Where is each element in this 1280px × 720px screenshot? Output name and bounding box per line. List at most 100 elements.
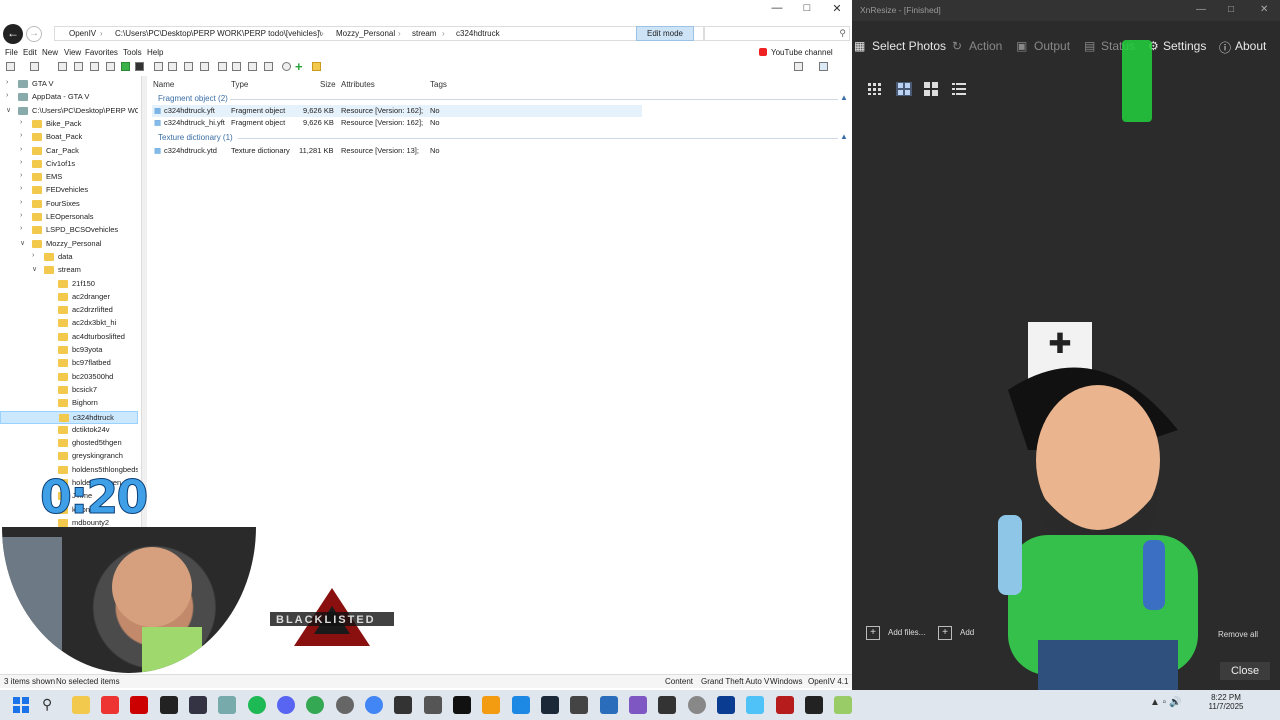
menu-favorites[interactable]: Favorites [85, 48, 118, 57]
column-tags[interactable]: Tags [430, 80, 447, 89]
tree-item[interactable]: ∨ stream [0, 264, 138, 277]
tree-item[interactable]: dctiktok24v [0, 424, 138, 437]
column-name[interactable]: Name [153, 80, 174, 89]
app-maroon-icon[interactable] [776, 696, 794, 714]
address-bar[interactable]: OpenIV › C:\Users\PC\Desktop\PERP WORK\P… [54, 26, 704, 41]
app-circle-icon[interactable] [688, 696, 706, 714]
chevron-right-icon[interactable]: › [20, 212, 22, 219]
view-medium-grid-icon[interactable] [896, 82, 912, 96]
taskbar-clock[interactable]: 8:22 PM 11/7/2025 [1206, 693, 1246, 711]
os-status[interactable]: Windows [770, 677, 802, 686]
discord-icon[interactable] [277, 696, 295, 714]
chevron-down-icon[interactable]: ∨ [32, 265, 37, 273]
collapse-icon[interactable]: ▲ [840, 132, 848, 141]
tree-item[interactable]: ac2drzrlifted [0, 304, 138, 317]
group-header[interactable]: Fragment object (2) [158, 94, 228, 103]
menu-file[interactable]: File [5, 48, 18, 57]
app-black-icon[interactable] [453, 696, 471, 714]
ring-icon[interactable] [282, 62, 291, 71]
view-list-icon[interactable] [951, 82, 967, 96]
tab-about[interactable]: About [1235, 39, 1266, 53]
chevron-right-icon[interactable]: › [20, 225, 22, 232]
menu-help[interactable]: Help [147, 48, 163, 57]
list-icon[interactable] [74, 62, 83, 71]
chevron-right-icon[interactable]: › [20, 132, 22, 139]
tree-item[interactable]: › LEOpersonals [0, 211, 138, 224]
view-small-grid-icon[interactable] [867, 82, 883, 96]
app-dark-red-icon[interactable] [130, 696, 148, 714]
chevron-down-icon[interactable]: ∨ [6, 106, 11, 114]
chevron-right-icon[interactable]: › [20, 119, 22, 126]
shield-icon[interactable] [600, 696, 618, 714]
menu-edit[interactable]: Edit [23, 48, 37, 57]
youtube-channel-link[interactable]: YouTube channel [771, 48, 833, 57]
tree-item[interactable]: ac2dranger [0, 291, 138, 304]
openiv-taskbar-icon[interactable] [189, 696, 207, 714]
breadcrumb-current[interactable]: c324hdtruck [456, 29, 500, 38]
doc6-icon[interactable] [232, 62, 241, 71]
tab-settings[interactable]: Settings [1163, 39, 1206, 53]
tab-action[interactable]: Action [969, 39, 1002, 53]
column-size[interactable]: Size [320, 80, 336, 89]
tree-item[interactable]: › data [0, 251, 138, 264]
file-row[interactable]: ▦ c324hdtruck.ytd Texture dictionary 11,… [152, 145, 642, 157]
search-taskbar-icon[interactable]: ⚲ [42, 696, 60, 714]
export-icon[interactable] [90, 62, 99, 71]
add-icon[interactable]: + [295, 59, 303, 74]
chevron-down-icon[interactable]: ∨ [20, 239, 25, 247]
tab-select-photos[interactable]: Select Photos [872, 39, 946, 53]
tree-item[interactable]: ac4dturboslifted [0, 331, 138, 344]
folder-tree[interactable]: › GTA V › AppData - GTA V ∨ C:\Users\PC\Deskt… [0, 76, 140, 528]
remove-all-button[interactable]: Remove all [1218, 630, 1258, 648]
open-icon[interactable] [30, 62, 39, 71]
app-gray-icon[interactable] [424, 696, 442, 714]
tree-item[interactable]: bc97flatbed [0, 357, 138, 370]
tree-item[interactable]: greyskingranch [0, 450, 138, 463]
app-puzzle-icon[interactable] [805, 696, 823, 714]
tab-output[interactable]: Output [1034, 39, 1070, 53]
chevron-right-icon[interactable]: › [20, 185, 22, 192]
close-icon[interactable]: ✕ [822, 2, 852, 18]
chevron-right-icon[interactable]: › [32, 252, 34, 259]
app-teal-icon[interactable] [218, 696, 236, 714]
tree-item[interactable]: bcsick7 [0, 384, 138, 397]
new-icon[interactable] [6, 62, 15, 71]
xnr-maximize-icon[interactable]: □ [1228, 4, 1234, 15]
doc8-icon[interactable] [264, 62, 273, 71]
tree-item[interactable]: › Boat_Pack [0, 131, 138, 144]
doc-icon[interactable] [154, 62, 163, 71]
tree-item[interactable]: › Car_Pack [0, 145, 138, 158]
import-icon[interactable] [106, 62, 115, 71]
tiktok-icon[interactable] [160, 696, 178, 714]
folder-icon[interactable] [312, 62, 321, 71]
tree-scrollbar[interactable] [141, 76, 147, 528]
doc7-icon[interactable] [248, 62, 257, 71]
app-dark-icon[interactable] [570, 696, 588, 714]
doc5-icon[interactable] [218, 62, 227, 71]
browser-icon[interactable] [365, 696, 383, 714]
back-icon[interactable]: ← [3, 24, 23, 44]
tree-item[interactable]: › AppData - GTA V [0, 91, 138, 104]
breadcrumb-path[interactable]: C:\Users\PC\Desktop\PERP WORK\PERP todo\… [115, 29, 321, 38]
tree-item[interactable]: ac2dx3bkt_hi [0, 317, 138, 330]
app-orange-icon[interactable] [482, 696, 500, 714]
app-green-icon[interactable] [834, 696, 852, 714]
edit-mode-button[interactable]: Edit mode [636, 26, 694, 41]
search-input[interactable]: ⚲ [704, 26, 850, 41]
chevron-right-icon[interactable]: › [20, 146, 22, 153]
column-attributes[interactable]: Attributes [341, 80, 375, 89]
doc2-icon[interactable] [168, 62, 177, 71]
chevron-right-icon[interactable]: › [20, 159, 22, 166]
app-blue-icon[interactable] [512, 696, 530, 714]
tree-item[interactable]: ∨ Mozzy_Personal [0, 238, 138, 251]
chrome-icon[interactable] [306, 696, 324, 714]
menu-view[interactable]: View [64, 48, 81, 57]
panel-icon[interactable] [819, 62, 828, 71]
tree-item[interactable]: ∨ C:\Users\PC\Desktop\PERP WORK [0, 105, 138, 118]
tray-icons[interactable]: ▲ ▫ 🔊 [1150, 697, 1181, 708]
doc3-icon[interactable] [184, 62, 193, 71]
epic-games-icon[interactable] [394, 696, 412, 714]
content-status[interactable]: Content [665, 677, 693, 686]
tree-item[interactable]: › Civ1of1s [0, 158, 138, 171]
app-navy-icon[interactable] [717, 696, 735, 714]
